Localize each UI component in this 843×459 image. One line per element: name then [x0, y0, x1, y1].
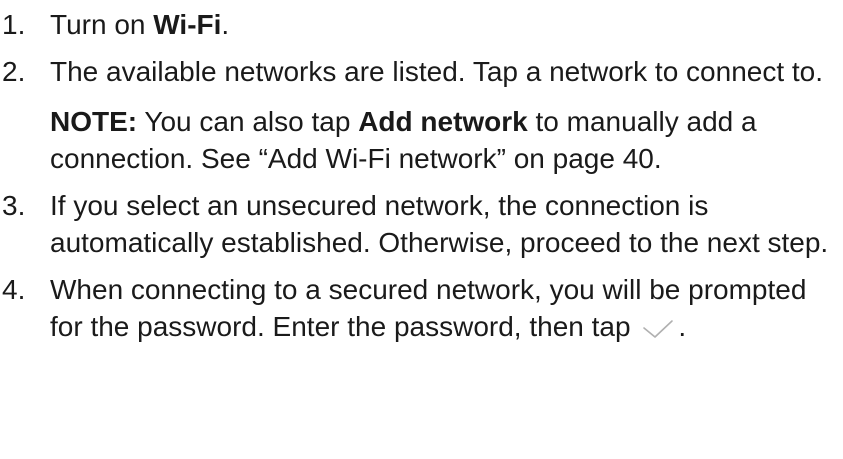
step-3: 3. If you select an unsecured network, t…: [0, 187, 843, 261]
step-2: 2. The available networks are listed. Ta…: [0, 53, 843, 177]
add-network-term: Add network: [358, 106, 528, 137]
checkmark-icon: [638, 314, 678, 342]
step-text-main: When connecting to a secured network, yo…: [50, 274, 807, 342]
step-1: 1. Turn on Wi-Fi.: [0, 6, 843, 43]
wifi-term: Wi-Fi: [153, 9, 222, 40]
step-number: 1.: [2, 9, 26, 40]
steps-list: 1. Turn on Wi-Fi. 2. The available netwo…: [0, 6, 843, 345]
step-text: If you select an unsecured network, the …: [50, 190, 829, 258]
step-text: The available networks are listed. Tap a…: [50, 56, 824, 87]
step-text-post: .: [678, 311, 687, 342]
step-number: 4.: [2, 274, 26, 305]
step-number: 3.: [2, 190, 26, 221]
step-text: When connecting to a secured network, yo…: [50, 271, 843, 345]
step-text-pre: Turn on: [50, 9, 154, 40]
note-label: NOTE:: [50, 106, 138, 137]
step-4: 4. When connecting to a secured network,…: [0, 271, 843, 345]
step-text: Turn on Wi-Fi.: [50, 6, 843, 43]
step-text-post: .: [221, 9, 230, 40]
note-text-pre: You can also tap: [137, 106, 359, 137]
note-paragraph: NOTE: You can also tap Add network to ma…: [50, 103, 843, 177]
step-number: 2.: [2, 56, 26, 87]
instruction-page: 1. Turn on Wi-Fi. 2. The available netwo…: [0, 0, 843, 459]
